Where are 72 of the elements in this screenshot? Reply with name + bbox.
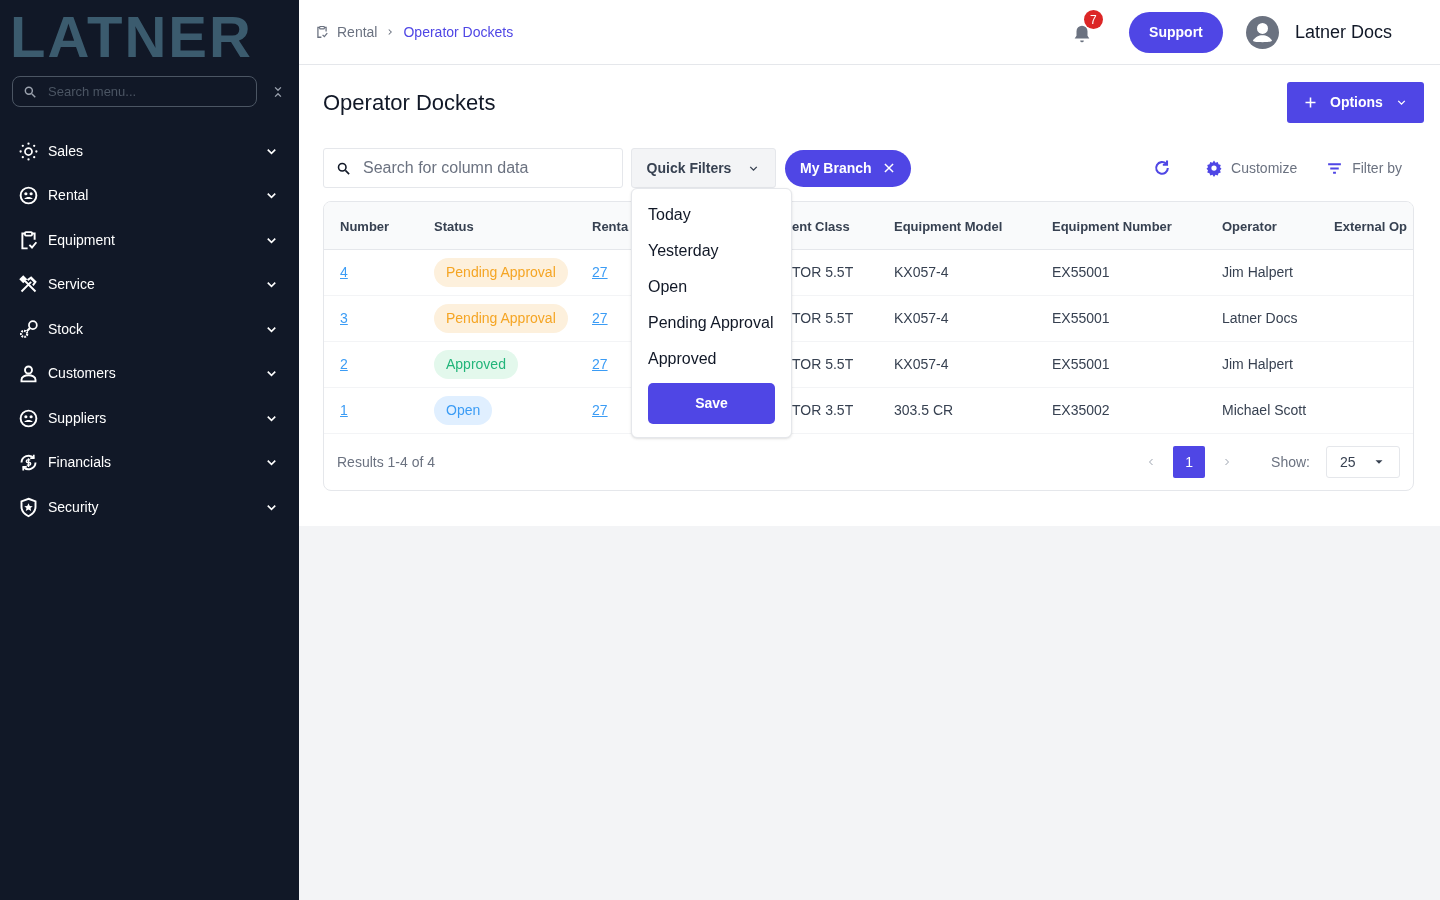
support-button[interactable]: Support <box>1128 11 1223 53</box>
face-icon <box>18 407 39 429</box>
status-badge: Pending Approval <box>434 304 568 333</box>
save-button[interactable]: Save <box>648 383 775 424</box>
clipboard-check-icon <box>18 229 39 251</box>
breadcrumb-link[interactable]: Operator Dockets <box>403 21 514 43</box>
column-header: External Op <box>1334 218 1407 234</box>
options-button[interactable]: Options <box>1287 81 1424 123</box>
status-badge: Open <box>434 396 493 425</box>
table-cell: Jim Halpert <box>1222 264 1293 280</box>
table-cell: EX55001 <box>1052 264 1110 280</box>
sidebar-item[interactable]: Security <box>18 485 281 530</box>
breadcrumb-link[interactable]: Rental <box>337 21 378 43</box>
table-cell: EX55001 <box>1052 310 1110 326</box>
user-name: Latner Docs <box>1294 20 1392 44</box>
sidebar-item[interactable]: Equipment <box>18 218 281 263</box>
filter-chip[interactable]: My Branch <box>785 149 911 187</box>
table-cell: KX057-4 <box>894 356 949 372</box>
column-header: ent Class <box>792 218 850 234</box>
sidebar-item[interactable]: Suppliers <box>18 396 281 441</box>
table-cell: KX057-4 <box>894 310 949 326</box>
page-size-select[interactable]: 25 <box>1326 446 1400 478</box>
status-badge: Pending Approval <box>434 258 568 287</box>
search-icon <box>336 161 351 176</box>
table-cell: TOR 5.5T <box>792 356 854 372</box>
menu-item[interactable]: Today <box>648 197 775 233</box>
face-icon <box>18 185 39 207</box>
network-icon <box>18 140 39 162</box>
column-header: Equipment Number <box>1052 218 1172 234</box>
filter-by-button[interactable]: Filter by <box>1326 157 1402 179</box>
table-cell: Latner Docs <box>1222 310 1298 326</box>
column-header: Operator <box>1222 218 1277 234</box>
menu-item[interactable]: Pending Approval <box>648 305 775 341</box>
column-header: Equipment Model <box>894 218 1003 234</box>
table-cell: EX35002 <box>1052 402 1110 418</box>
column-header: Number <box>340 218 390 234</box>
sidebar-item[interactable]: Stock <box>18 307 281 352</box>
close-icon <box>881 161 896 175</box>
table-cell: TOR 3.5T <box>792 402 854 418</box>
page-title: Operator Dockets <box>323 88 496 117</box>
sidebar-item[interactable]: Sales <box>18 129 281 174</box>
customize-button[interactable]: Customize <box>1205 157 1298 179</box>
person-icon <box>18 363 39 385</box>
status-badge: Approved <box>434 350 518 379</box>
search-field[interactable]: Search menu... <box>12 76 257 107</box>
sidebar-item[interactable]: Rental <box>18 173 281 218</box>
settings-icon <box>1205 159 1224 177</box>
table-cell: 303.5 CR <box>894 402 954 418</box>
table-cell: EX55001 <box>1052 356 1110 372</box>
table-cell: TOR 5.5T <box>792 310 854 326</box>
quick-filters-dropdown[interactable]: Quick Filters <box>631 148 776 188</box>
menu-item[interactable]: Open <box>648 269 775 305</box>
menu-item[interactable]: Yesterday <box>648 233 775 269</box>
show-label: Show: <box>1271 452 1310 472</box>
shield-star-icon <box>18 496 39 518</box>
column-header: Renta <box>592 218 629 234</box>
sidebar-item[interactable]: Customers <box>18 351 281 396</box>
page-button[interactable]: 1 <box>1173 446 1206 478</box>
results-count: Results 1-4 of 4 <box>337 452 437 472</box>
table-cell: TOR 5.5T <box>792 264 854 280</box>
table-cell: Jim Halpert <box>1222 356 1293 372</box>
table-cell: Michael Scott <box>1222 402 1307 418</box>
table-cell: KX057-4 <box>894 264 949 280</box>
notification-count-badge: 7 <box>1083 10 1103 29</box>
sidebar-item[interactable]: Service <box>18 262 281 307</box>
logo: LATNER <box>9 3 254 60</box>
sidebar-item[interactable]: Financials <box>18 440 281 485</box>
menu-item[interactable]: Approved <box>648 341 775 377</box>
clipboard-check-icon <box>315 25 329 39</box>
column-header: Status <box>434 218 474 234</box>
search-icon <box>23 85 37 99</box>
user-avatar-icon <box>1245 15 1279 49</box>
